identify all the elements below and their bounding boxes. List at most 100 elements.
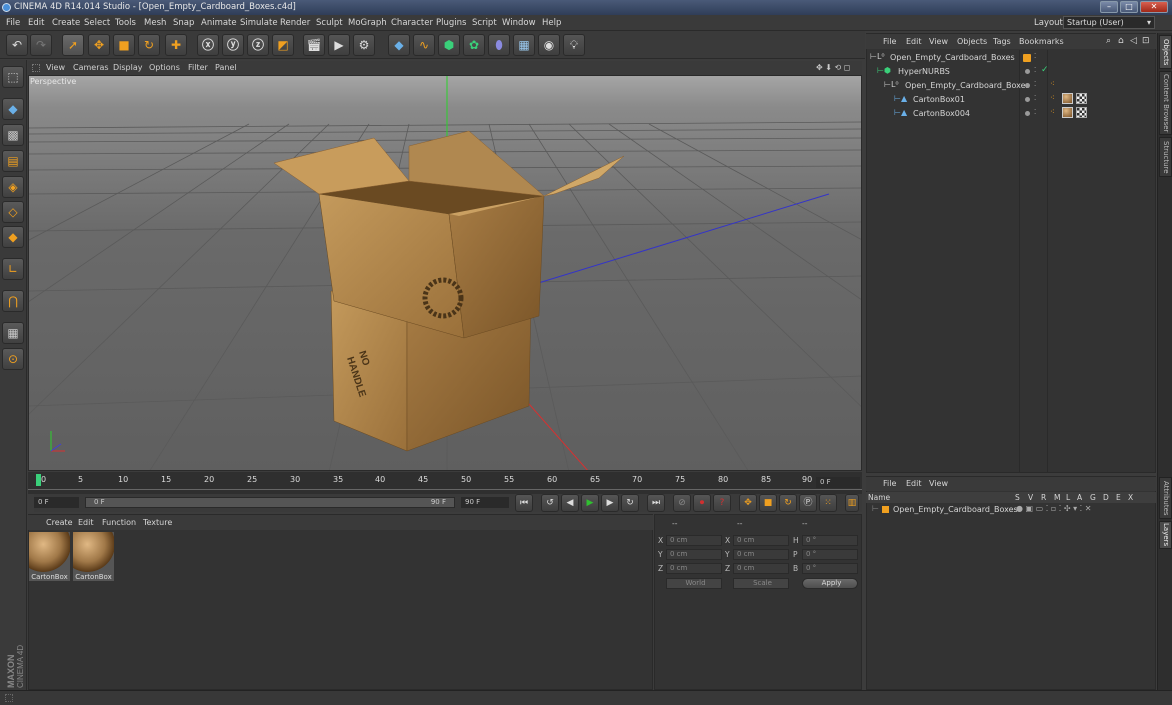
menu-script[interactable]: Script — [472, 18, 497, 28]
coord-scale-select[interactable]: Scale — [733, 578, 789, 589]
start-frame-field[interactable]: 0 F — [34, 497, 79, 508]
live-selection-button[interactable]: ➚ — [62, 34, 84, 56]
key-rotation-button[interactable]: ↻ — [779, 494, 797, 512]
menu-mesh[interactable]: Mesh — [144, 18, 166, 28]
phong-tag-icon[interactable]: ⁖ — [1050, 107, 1055, 116]
recent-tools-button[interactable]: ✚ — [165, 34, 187, 56]
tab-layers[interactable]: Layers — [1159, 521, 1172, 549]
material-tag[interactable] — [1062, 107, 1073, 118]
current-frame-field[interactable]: 0 F — [816, 477, 860, 488]
apply-button[interactable]: Apply — [802, 578, 858, 589]
visibility-dots[interactable]: ⁚ — [1034, 94, 1036, 102]
make-editable-button[interactable]: ⬚ — [2, 66, 24, 88]
snap-button[interactable]: ⋂ — [2, 290, 24, 312]
viewport-menu-view[interactable]: View — [46, 63, 65, 72]
coord-size-x-field[interactable]: 0 cm — [733, 535, 789, 546]
key-parameter-button[interactable]: Ⓟ — [799, 494, 817, 512]
menu-simulate[interactable]: Simulate — [240, 18, 278, 28]
material-menu-texture[interactable]: Texture — [143, 518, 172, 527]
menu-window[interactable]: Window — [502, 18, 536, 28]
layer-color-tag[interactable] — [1023, 54, 1031, 62]
material-menu-edit[interactable]: Edit — [78, 518, 94, 527]
back-icon[interactable]: ◁ — [1130, 36, 1137, 46]
object-row[interactable]: ⊢⬢ HyperNURBS — [868, 66, 1018, 78]
render-settings-button[interactable]: ⚙ — [353, 34, 375, 56]
maximize-button[interactable]: □ — [1120, 1, 1138, 13]
next-frame-button[interactable]: ▶ — [601, 494, 619, 512]
phong-tag-icon[interactable]: ⁖ — [1050, 79, 1055, 88]
add-nurbs-button[interactable]: ⬢ — [438, 34, 460, 56]
next-key-button[interactable]: ↻ — [621, 494, 639, 512]
menu-file[interactable]: File — [6, 18, 20, 28]
material-swatch[interactable]: CartonBox — [29, 532, 70, 582]
enabled-check-icon[interactable]: ✓ — [1041, 65, 1049, 75]
viewport-menu-filter[interactable]: Filter — [188, 63, 208, 72]
key-position-button[interactable]: ✥ — [739, 494, 757, 512]
menu-plugins[interactable]: Plugins — [436, 18, 466, 28]
phong-tag-icon[interactable]: ⁖ — [1050, 93, 1055, 102]
search-icon[interactable]: ⌕ — [1106, 36, 1111, 46]
add-array-button[interactable]: ✿ — [463, 34, 485, 56]
object-row[interactable]: ⊢L⁰ Open_Empty_Cardboard_Boxes — [868, 80, 1030, 92]
undo-button[interactable]: ↶ — [6, 34, 28, 56]
visibility-dot[interactable] — [1025, 69, 1030, 74]
menu-render[interactable]: Render — [280, 18, 310, 28]
end-frame-field[interactable]: 90 F — [461, 497, 509, 508]
key-scale-button[interactable]: ■ — [759, 494, 777, 512]
add-cube-button[interactable]: ◆ — [388, 34, 410, 56]
menu-create[interactable]: Create — [52, 18, 80, 28]
previous-frame-button[interactable]: ◀ — [561, 494, 579, 512]
points-mode-button[interactable]: ◈ — [2, 176, 24, 198]
viewport-menu-cameras[interactable]: Cameras — [73, 63, 109, 72]
object-menu-view[interactable]: View — [929, 37, 948, 46]
coord-pos-x-field[interactable]: 0 cm — [666, 535, 722, 546]
visibility-dot[interactable] — [1025, 111, 1030, 116]
model-mode-button[interactable]: ◆ — [2, 98, 24, 120]
redo-button[interactable]: ↷ — [30, 34, 52, 56]
record-keys-button[interactable]: ⊘ — [673, 494, 691, 512]
add-scene-button[interactable]: ▦ — [513, 34, 535, 56]
key-pla-button[interactable]: ⁙ — [819, 494, 837, 512]
workplane-lock-button[interactable]: ▦ — [2, 322, 24, 344]
y-axis-lock-button[interactable]: ⓨ — [222, 34, 244, 56]
tab-objects[interactable]: Objects — [1159, 35, 1172, 69]
viewport-nav-icons[interactable]: ✥ ⬇ ⟲ ◻ — [816, 63, 850, 72]
visibility-dot[interactable] — [1025, 83, 1030, 88]
coord-rot-p-field[interactable]: 0 ° — [802, 549, 858, 560]
add-camera-button[interactable]: ◉ — [538, 34, 560, 56]
texture-tag[interactable] — [1076, 107, 1087, 118]
layer-row[interactable]: ⊢ Open_Empty_Cardboard_Boxes ● ▣ ▭ ⁚ ▫ ⁚… — [866, 504, 1156, 516]
axis-mode-button[interactable]: ∟ — [2, 258, 24, 280]
viewport-menu-display[interactable]: Display — [113, 63, 143, 72]
material-swatch[interactable]: CartonBox — [73, 532, 114, 582]
tab-attributes[interactable]: Attributes — [1159, 477, 1172, 519]
workplane-mode-button[interactable]: ▤ — [2, 150, 24, 172]
layer-menu-file[interactable]: File — [883, 479, 896, 488]
menu-mograph[interactable]: MoGraph — [348, 18, 387, 28]
z-axis-lock-button[interactable]: ⓩ — [247, 34, 269, 56]
coord-pos-z-field[interactable]: 0 cm — [666, 563, 722, 574]
texture-mode-button[interactable]: ▩ — [2, 124, 24, 146]
viewport[interactable]: NO HANDLE — [28, 75, 862, 471]
carton-box-upper[interactable] — [273, 130, 625, 339]
play-button[interactable]: ▶ — [581, 494, 599, 512]
coord-size-z-field[interactable]: 0 cm — [733, 563, 789, 574]
layer-flags-icons[interactable]: ● ▣ ▭ ⁚ ▫ ⁚ ✣ ▾ ⁚ ✕ — [1016, 504, 1091, 513]
scale-button[interactable]: ■ — [113, 34, 135, 56]
render-picture-viewer-button[interactable]: ▶ — [328, 34, 350, 56]
coord-size-y-field[interactable]: 0 cm — [733, 549, 789, 560]
frame-range-slider[interactable]: 0 F 90 F — [85, 497, 455, 508]
object-menu-tags[interactable]: Tags — [993, 37, 1011, 46]
add-deformer-button[interactable]: ⬮ — [488, 34, 510, 56]
goto-start-button[interactable]: ⏮ — [515, 494, 533, 512]
object-menu-bookmarks[interactable]: Bookmarks — [1019, 37, 1064, 46]
menu-edit[interactable]: Edit — [28, 18, 44, 28]
visibility-dot[interactable] — [1025, 97, 1030, 102]
visibility-dots[interactable]: ⁚ — [1034, 52, 1036, 60]
object-menu-objects[interactable]: Objects — [957, 37, 987, 46]
home-icon[interactable]: ⌂ — [1118, 36, 1124, 46]
menu-help[interactable]: Help — [542, 18, 561, 28]
material-tag[interactable] — [1062, 93, 1073, 104]
solo-button[interactable]: ⊙ — [2, 348, 24, 370]
keyframe-selection-button[interactable]: ? — [713, 494, 731, 512]
